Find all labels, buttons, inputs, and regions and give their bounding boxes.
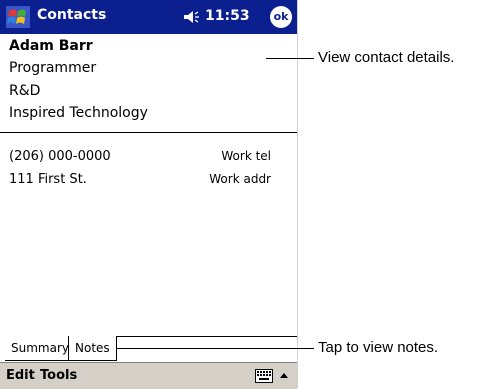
clock[interactable]: 11:53 bbox=[205, 8, 250, 24]
contact-company: Inspired Technology bbox=[9, 105, 148, 121]
contact-title: Programmer bbox=[9, 60, 97, 76]
tab-strip-line bbox=[116, 336, 297, 337]
contact-address-label: Work addr bbox=[209, 172, 271, 186]
contact-phone[interactable]: (206) 000-0000 bbox=[9, 149, 111, 164]
title-bar: Contacts 11:53 ok bbox=[0, 0, 297, 34]
contact-name: Adam Barr bbox=[9, 38, 93, 54]
details-divider bbox=[0, 132, 297, 133]
input-arrow-icon[interactable] bbox=[279, 371, 289, 379]
speaker-icon[interactable] bbox=[183, 9, 199, 25]
details-callout-line bbox=[266, 58, 314, 59]
app-title: Contacts bbox=[37, 7, 107, 23]
menu-bar: Edit Tools bbox=[0, 362, 297, 389]
contact-phone-label: Work tel bbox=[221, 149, 271, 163]
contact-department: R&D bbox=[9, 83, 41, 99]
notes-callout-line bbox=[116, 348, 314, 349]
start-flag-icon[interactable] bbox=[4, 4, 32, 30]
menu-edit[interactable]: Edit bbox=[6, 368, 35, 383]
pda-screen: Contacts 11:53 ok Adam Barr Programmer R… bbox=[0, 0, 298, 389]
tab-notes[interactable]: Notes bbox=[68, 336, 117, 361]
details-callout: View contact details. bbox=[318, 49, 455, 66]
menu-tools[interactable]: Tools bbox=[40, 368, 77, 383]
tab-summary[interactable]: Summary bbox=[5, 336, 76, 361]
contact-address[interactable]: 111 First St. bbox=[9, 172, 87, 187]
notes-callout: Tap to view notes. bbox=[318, 339, 439, 356]
keyboard-icon[interactable] bbox=[255, 369, 273, 383]
ok-button[interactable]: ok bbox=[270, 6, 292, 28]
